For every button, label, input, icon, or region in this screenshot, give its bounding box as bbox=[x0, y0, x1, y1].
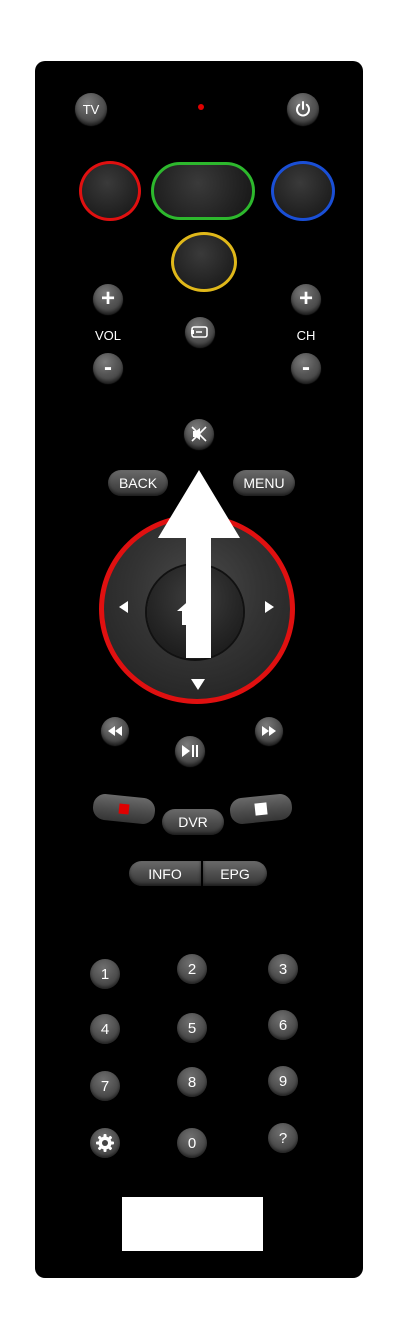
yellow-key[interactable] bbox=[171, 232, 237, 292]
info-button[interactable]: INFO bbox=[129, 861, 201, 886]
stop-button[interactable] bbox=[228, 792, 294, 826]
record-icon bbox=[118, 803, 130, 815]
channel-down-button[interactable]: - bbox=[291, 353, 321, 383]
minus-icon: - bbox=[104, 354, 112, 381]
dvr-label: DVR bbox=[178, 814, 208, 830]
dpad-left[interactable] bbox=[111, 595, 135, 619]
tv-label: TV bbox=[82, 101, 100, 117]
blue-key[interactable] bbox=[271, 161, 335, 221]
key-1[interactable]: 1 bbox=[90, 959, 120, 989]
label-panel bbox=[122, 1197, 263, 1251]
power-button[interactable] bbox=[287, 93, 319, 125]
epg-label: EPG bbox=[220, 865, 250, 882]
volume-down-button[interactable]: - bbox=[93, 353, 123, 383]
settings-button[interactable] bbox=[90, 1128, 120, 1158]
key-7[interactable]: 7 bbox=[90, 1071, 120, 1101]
red-key[interactable] bbox=[79, 161, 141, 221]
dpad-down[interactable] bbox=[186, 673, 210, 695]
fast-forward-icon bbox=[262, 726, 276, 736]
mute-icon bbox=[191, 426, 207, 442]
volume-up-button[interactable]: + bbox=[93, 284, 123, 314]
source-icon bbox=[191, 326, 208, 338]
key-5[interactable]: 5 bbox=[177, 1013, 207, 1043]
up-arrow-icon bbox=[158, 470, 240, 658]
key-8[interactable]: 8 bbox=[177, 1067, 207, 1097]
plus-icon: + bbox=[298, 285, 313, 312]
volume-label: VOL bbox=[94, 328, 121, 343]
epg-button[interactable]: EPG bbox=[203, 861, 267, 886]
back-label: BACK bbox=[118, 475, 158, 491]
gear-icon bbox=[96, 1134, 114, 1152]
dvr-button[interactable]: DVR bbox=[162, 809, 224, 835]
play-pause-button[interactable] bbox=[175, 736, 205, 766]
mute-button[interactable] bbox=[184, 419, 214, 449]
key-4[interactable]: 4 bbox=[90, 1014, 120, 1044]
plus-icon: + bbox=[100, 285, 115, 312]
key-0[interactable]: 0 bbox=[177, 1128, 207, 1158]
right-arrow-icon bbox=[264, 601, 274, 613]
power-icon bbox=[296, 101, 310, 117]
key-6[interactable]: 6 bbox=[268, 1010, 298, 1040]
rewind-button[interactable] bbox=[101, 717, 129, 745]
channel-label: CH bbox=[296, 328, 316, 343]
help-button[interactable]: ? bbox=[268, 1123, 298, 1153]
info-label: INFO bbox=[148, 865, 182, 882]
play-pause-icon bbox=[182, 745, 198, 757]
status-led bbox=[198, 104, 204, 110]
menu-label: MENU bbox=[243, 475, 285, 491]
stop-icon bbox=[254, 802, 268, 816]
minus-icon: - bbox=[302, 354, 310, 381]
fast-forward-button[interactable] bbox=[255, 717, 283, 745]
source-button[interactable] bbox=[185, 317, 215, 347]
key-2[interactable]: 2 bbox=[177, 954, 207, 984]
rewind-icon bbox=[108, 726, 122, 736]
left-arrow-icon bbox=[118, 601, 128, 613]
menu-button[interactable]: MENU bbox=[233, 470, 295, 496]
key-3[interactable]: 3 bbox=[268, 954, 298, 984]
remote-control: TV + VOL - + CH - BACK MENU DVR INFO EPG… bbox=[35, 61, 363, 1278]
channel-up-button[interactable]: + bbox=[291, 284, 321, 314]
dpad-right[interactable] bbox=[257, 595, 281, 619]
key-9[interactable]: 9 bbox=[268, 1066, 298, 1096]
record-button[interactable] bbox=[91, 792, 157, 826]
down-arrow-icon bbox=[191, 678, 205, 690]
green-key[interactable] bbox=[151, 162, 255, 220]
tv-button[interactable]: TV bbox=[75, 93, 107, 125]
